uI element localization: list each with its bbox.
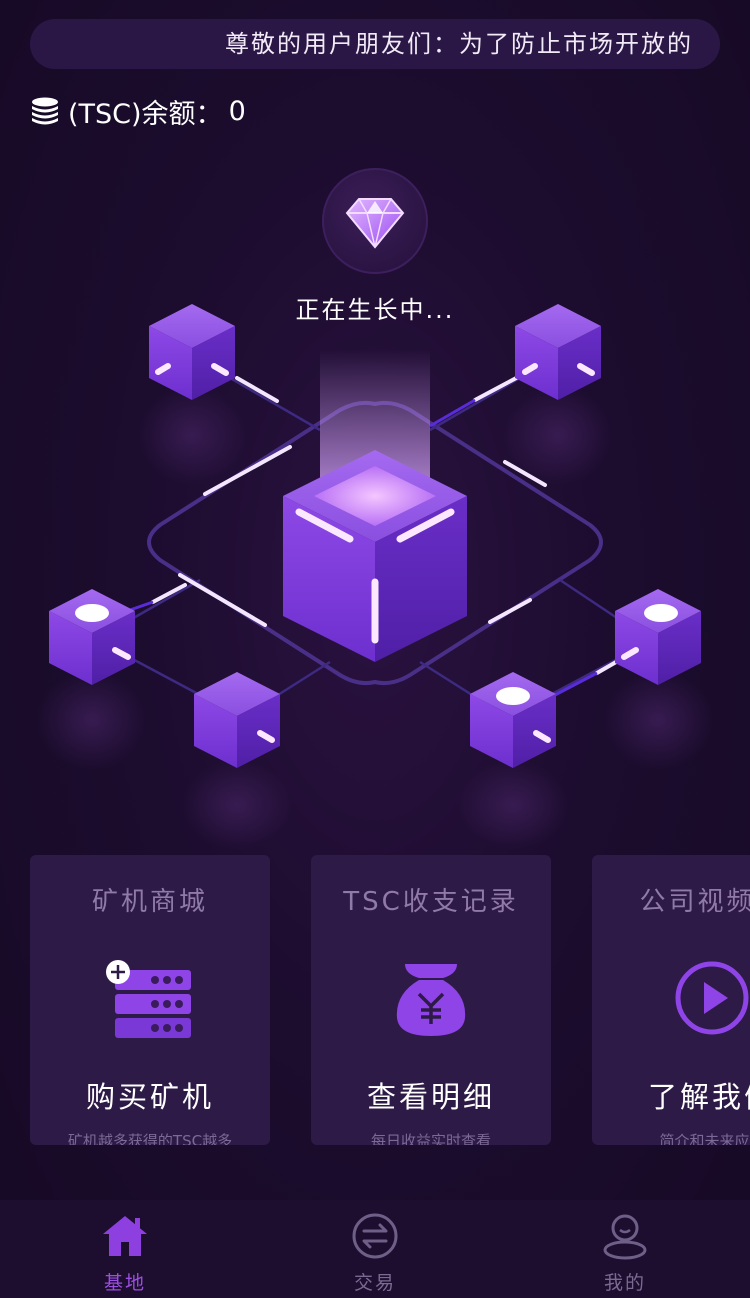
bottom-tab-bar: 基地 交易 我的: [0, 1200, 750, 1298]
cube-right: [615, 589, 701, 685]
cube-bottom-right: [470, 672, 556, 768]
diamond-icon: [345, 198, 405, 249]
balance-label: (TSC)余额：: [68, 98, 223, 130]
tab-label: 基地: [103, 1272, 146, 1294]
money-bag-icon: [396, 964, 466, 1036]
tab-mine[interactable]: 我的: [500, 1200, 750, 1298]
card-tsc-records[interactable]: TSC收支记录 查看明细 每日收益实时查看: [311, 855, 551, 1145]
cube-left: [49, 589, 135, 685]
card-desc: 简介和未来应用: [659, 1132, 750, 1145]
card-action: 购买矿机: [85, 1080, 214, 1114]
notice-bar[interactable]: 尊敬的用户朋友们：为了防止市场开放的: [30, 19, 720, 69]
feature-cards: 矿机商城 购买矿机 矿机越多获得的TSC越多 TSC收支记录 查看明细 每日收益…: [30, 855, 750, 1145]
tab-trade[interactable]: 交易: [250, 1200, 500, 1298]
mining-scene: [37, 304, 713, 850]
gem-orb[interactable]: [322, 168, 428, 274]
cube-bottom-left: [194, 672, 280, 768]
balance-value: 0: [228, 95, 246, 127]
server-add-icon: [106, 960, 191, 1038]
card-desc: 矿机越多获得的TSC越多: [67, 1132, 233, 1145]
exchange-icon: [352, 1213, 398, 1259]
home-icon: [103, 1216, 147, 1256]
central-cube: [283, 350, 467, 662]
cube-top-left: [149, 304, 235, 400]
card-miner-shop[interactable]: 矿机商城 购买矿机 矿机越多获得的TSC越多: [30, 855, 270, 1145]
card-title: TSC收支记录: [343, 887, 519, 917]
balance-display: (TSC)余额： 0: [30, 92, 246, 130]
card-title: 公司视频短: [639, 887, 750, 917]
tab-base[interactable]: 基地: [0, 1200, 250, 1298]
play-circle-icon: [675, 961, 749, 1035]
cube-top-right: [515, 304, 601, 400]
card-company-video[interactable]: 公司视频短 了解我们 简介和未来应用: [592, 855, 750, 1145]
coins-icon: [32, 97, 58, 125]
tab-label: 我的: [603, 1272, 646, 1294]
notice-text: 尊敬的用户朋友们：为了防止市场开放的: [225, 30, 693, 58]
card-title: 矿机商城: [91, 887, 208, 917]
card-action: 了解我们: [647, 1080, 750, 1114]
card-action: 查看明细: [366, 1080, 495, 1114]
tab-label: 交易: [353, 1272, 396, 1294]
card-desc: 每日收益实时查看: [370, 1132, 491, 1145]
user-icon: [603, 1214, 647, 1260]
